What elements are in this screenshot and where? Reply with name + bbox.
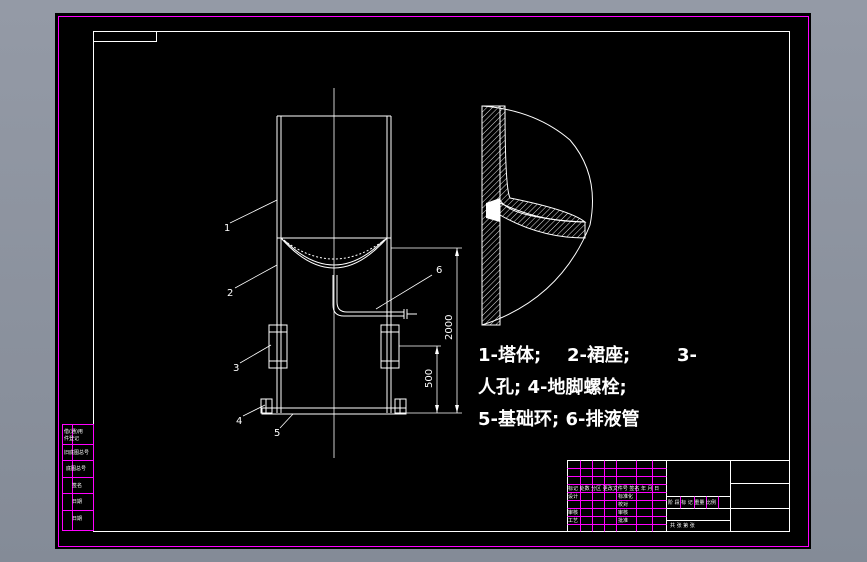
callout-6: 6 [436, 265, 442, 276]
left-block-r6: 日期 [72, 516, 82, 522]
title-block-t7: 阶 段 标 记 重量 比例 [668, 499, 716, 506]
title-block-t2: 设计 [568, 493, 578, 500]
left-block-r1: 借(通)用 [64, 428, 83, 435]
title-block-t9: 校对 [618, 501, 628, 508]
legend-line1c: 3- [677, 345, 697, 366]
legend-line2: 人孔; 4-地脚螺栓; [478, 376, 627, 398]
leader-lines [229, 199, 433, 429]
callout-3: 3 [233, 363, 239, 374]
title-block-t1: 标记 处数 分区 更改文件号 签名 年 月 日 [568, 485, 659, 492]
detail-view [481, 105, 593, 326]
legend-line3: 5-基础环; 6-排液管 [478, 408, 639, 430]
left-block-r5: 日期 [72, 499, 82, 505]
top-left-tag-box [93, 31, 157, 42]
title-block-t3: 标准化 [618, 493, 633, 500]
drawing-canvas[interactable]: 2000 500 1 2 3 4 5 6 1-塔体; 2-裙座; 3- 人孔; … [0, 0, 867, 562]
callout-4: 4 [236, 416, 242, 427]
title-block-t4b: 审核 [618, 509, 628, 516]
left-block-r1b: 件登记 [64, 435, 79, 442]
callout-5: 5 [274, 428, 280, 439]
title-block-t8: 共 张 第 张 [670, 522, 695, 529]
title-block-t5: 工艺 [568, 518, 578, 524]
dimension-500-label: 500 [424, 369, 435, 388]
left-block-r2: 旧底图总号 [64, 449, 89, 456]
title-block-t4: 审核 [568, 509, 578, 516]
base-ring [260, 398, 407, 415]
legend-line1a: 1-塔体; [478, 344, 541, 366]
inner-frame [93, 31, 790, 532]
drain-pipe [332, 275, 417, 319]
manhole-left [268, 324, 288, 369]
legend-line1b: 2-裙座; [567, 344, 630, 366]
outer-frame [58, 16, 809, 547]
callout-2: 2 [227, 288, 233, 299]
manhole-right [380, 324, 400, 369]
dimension-2000-label: 2000 [444, 315, 455, 340]
callout-1: 1 [224, 223, 230, 234]
left-block-r3: 底图总号 [66, 465, 86, 472]
title-block [567, 460, 790, 532]
left-block-r4: 签名 [72, 482, 82, 489]
title-block-t6: 批准 [618, 517, 628, 524]
